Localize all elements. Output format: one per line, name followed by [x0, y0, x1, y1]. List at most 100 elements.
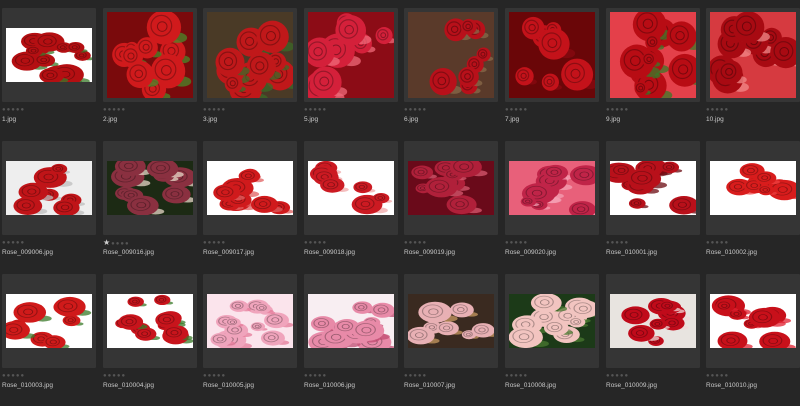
star-icon[interactable]: ● [222, 373, 227, 379]
thumbnail-cell[interactable]: ●●●●● Rose_010008.jpg [505, 274, 605, 406]
rating-stars[interactable]: ●●●●● [706, 105, 729, 115]
star-icon[interactable]: ● [725, 373, 730, 379]
thumbnail-image[interactable] [408, 294, 494, 348]
thumbnail-image[interactable] [610, 12, 696, 98]
thumbnail-cell[interactable]: ●●●●● 5.jpg [304, 8, 404, 140]
thumbnail-image[interactable] [107, 12, 193, 98]
rating-stars[interactable]: ●●●●● [606, 371, 629, 381]
thumbnail-image[interactable] [509, 294, 595, 348]
rating-stars[interactable]: ●●●●● [2, 105, 25, 115]
thumbnail-frame[interactable] [203, 141, 297, 235]
thumbnail-frame[interactable] [103, 8, 197, 102]
thumbnail-cell[interactable]: ●●●●● Rose_009018.jpg [304, 141, 404, 273]
thumbnail-cell[interactable]: ●●●●● 3.jpg [203, 8, 303, 140]
thumbnail-image[interactable] [107, 294, 193, 348]
thumbnail-frame[interactable] [203, 274, 297, 368]
thumbnail-cell[interactable]: ●●●●● Rose_009019.jpg [404, 141, 504, 273]
rating-stars[interactable]: ●●●●● [404, 105, 427, 115]
thumbnail-frame[interactable] [706, 8, 800, 102]
star-icon[interactable]: ● [122, 373, 127, 379]
thumbnail-cell[interactable]: ●●●●● Rose_010004.jpg [103, 274, 203, 406]
star-icon[interactable]: ● [524, 107, 529, 113]
rating-stars[interactable]: ★●●●● [103, 238, 130, 248]
star-icon[interactable]: ● [222, 107, 227, 113]
rating-stars[interactable]: ●●●●● [706, 238, 729, 248]
star-icon[interactable]: ● [122, 107, 127, 113]
rating-stars[interactable]: ●●●●● [606, 238, 629, 248]
thumbnail-cell[interactable]: ●●●●● 7.jpg [505, 8, 605, 140]
thumbnail-image[interactable] [509, 12, 595, 98]
star-icon[interactable]: ● [423, 107, 428, 113]
thumbnail-frame[interactable] [606, 274, 700, 368]
thumbnail-frame[interactable] [304, 8, 398, 102]
thumbnail-frame[interactable] [103, 274, 197, 368]
thumbnail-image[interactable] [6, 294, 92, 348]
thumbnail-cell[interactable]: ●●●●● Rose_010003.jpg [2, 274, 102, 406]
thumbnail-image[interactable] [308, 161, 394, 215]
thumbnail-image[interactable] [710, 161, 796, 215]
thumbnail-frame[interactable] [304, 274, 398, 368]
star-icon[interactable]: ● [625, 240, 630, 246]
thumbnail-cell[interactable]: ●●●●● 2.jpg [103, 8, 203, 140]
thumbnail-cell[interactable]: ●●●●● 10.jpg [706, 8, 800, 140]
thumbnail-frame[interactable] [706, 141, 800, 235]
thumbnail-image[interactable] [6, 161, 92, 215]
rating-stars[interactable]: ●●●●● [304, 238, 327, 248]
thumbnail-cell[interactable]: ●●●●● 6.jpg [404, 8, 504, 140]
star-icon[interactable]: ● [323, 107, 328, 113]
star-icon[interactable]: ● [625, 107, 630, 113]
thumbnail-image[interactable] [509, 161, 595, 215]
thumbnail-image[interactable] [308, 294, 394, 348]
star-icon[interactable]: ● [21, 373, 26, 379]
rating-stars[interactable]: ●●●●● [304, 371, 327, 381]
thumbnail-frame[interactable] [505, 141, 599, 235]
thumbnail-image[interactable] [710, 12, 796, 98]
thumbnail-cell[interactable]: ●●●●● Rose_010002.jpg [706, 141, 800, 273]
thumbnail-cell[interactable]: ●●●●● Rose_010001.jpg [606, 141, 706, 273]
star-icon[interactable]: ● [222, 240, 227, 246]
rating-stars[interactable]: ●●●●● [304, 105, 327, 115]
rating-stars[interactable]: ●●●●● [2, 238, 25, 248]
thumbnail-frame[interactable] [203, 8, 297, 102]
rating-stars[interactable]: ●●●●● [505, 371, 528, 381]
rating-stars[interactable]: ●●●●● [203, 371, 226, 381]
thumbnail-image[interactable] [308, 12, 394, 98]
thumbnail-frame[interactable] [2, 274, 96, 368]
thumbnail-cell[interactable]: ●●●●● Rose_009020.jpg [505, 141, 605, 273]
thumbnail-frame[interactable] [505, 274, 599, 368]
rating-stars[interactable]: ●●●●● [203, 105, 226, 115]
rating-stars[interactable]: ●●●●● [103, 371, 126, 381]
thumbnail-frame[interactable] [404, 8, 498, 102]
rating-stars[interactable]: ●●●●● [706, 371, 729, 381]
star-icon[interactable]: ● [21, 240, 26, 246]
thumbnail-frame[interactable] [505, 8, 599, 102]
star-icon[interactable]: ★ [103, 238, 111, 247]
rating-stars[interactable]: ●●●●● [2, 371, 25, 381]
thumbnail-frame[interactable] [304, 141, 398, 235]
star-icon[interactable]: ● [725, 240, 730, 246]
thumbnail-cell[interactable]: ●●●●● 1.jpg [2, 8, 102, 140]
thumbnail-image[interactable] [207, 294, 293, 348]
thumbnail-cell[interactable]: ●●●●● Rose_010006.jpg [304, 274, 404, 406]
thumbnail-image[interactable] [408, 12, 494, 98]
star-icon[interactable]: ● [323, 240, 328, 246]
thumbnail-cell[interactable]: ★●●●● Rose_009016.jpg [103, 141, 203, 273]
rating-stars[interactable]: ●●●●● [404, 371, 427, 381]
thumbnail-cell[interactable]: ●●●●● Rose_010007.jpg [404, 274, 504, 406]
thumbnail-frame[interactable] [2, 141, 96, 235]
thumbnail-image[interactable] [710, 294, 796, 348]
thumbnail-cell[interactable]: ●●●●● 9.jpg [606, 8, 706, 140]
thumbnail-image[interactable] [610, 294, 696, 348]
star-icon[interactable]: ● [423, 373, 428, 379]
star-icon[interactable]: ● [423, 240, 428, 246]
star-icon[interactable]: ● [725, 107, 730, 113]
thumbnail-cell[interactable]: ●●●●● Rose_010005.jpg [203, 274, 303, 406]
rating-stars[interactable]: ●●●●● [505, 105, 528, 115]
star-icon[interactable]: ● [125, 241, 130, 247]
thumbnail-frame[interactable] [606, 8, 700, 102]
star-icon[interactable]: ● [524, 373, 529, 379]
thumbnail-frame[interactable] [2, 8, 96, 102]
thumbnail-cell[interactable]: ●●●●● Rose_009006.jpg [2, 141, 102, 273]
thumbnail-frame[interactable] [404, 274, 498, 368]
star-icon[interactable]: ● [323, 373, 328, 379]
